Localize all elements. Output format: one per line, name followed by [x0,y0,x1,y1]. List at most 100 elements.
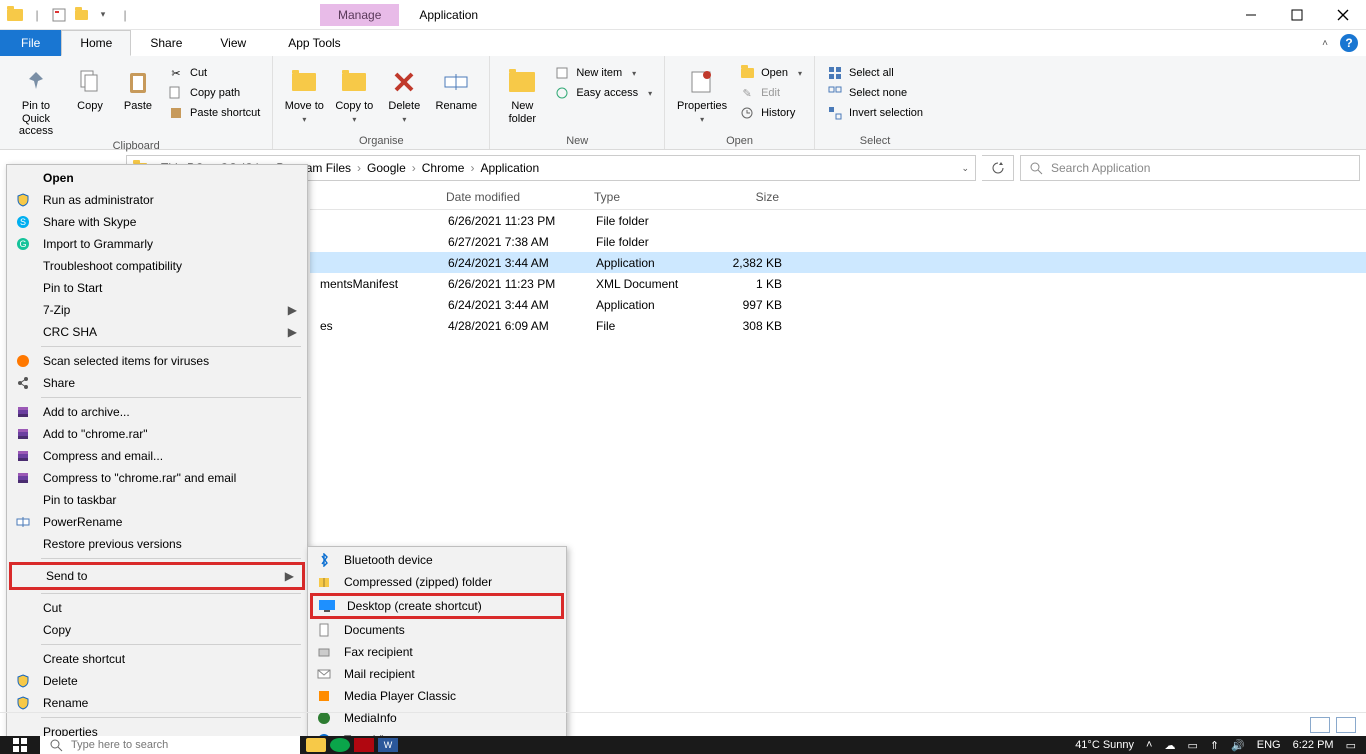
ctx-sendto-item[interactable]: Bluetooth device [310,549,564,571]
ctx-item[interactable]: CRC SHA▶ [9,321,305,343]
tray-wifi-icon[interactable]: ⇑ [1210,739,1219,752]
addr-dropdown-icon[interactable]: ⌄ [961,163,969,174]
column-headers[interactable]: Date modified Type Size [310,186,1366,210]
tab-apptools[interactable]: App Tools [269,30,359,56]
ctx-item[interactable]: Troubleshoot compatibility [9,255,305,277]
ctx-item[interactable]: Open [9,167,305,189]
col-date[interactable]: Date modified [438,186,586,209]
ctx-sendto-item[interactable]: Documents [310,619,564,641]
ctx-item[interactable]: Run as administrator [9,189,305,211]
file-row[interactable]: 6/27/2021 7:38 AMFile folder [310,231,1366,252]
copy-to-button[interactable]: Copy to▾ [331,60,377,124]
search-input[interactable]: Search Application [1020,155,1360,181]
tray-lang[interactable]: ENG [1257,739,1281,751]
file-row[interactable]: 6/26/2021 11:23 PMFile folder [310,210,1366,231]
view-large-icon[interactable] [1336,717,1356,733]
taskbar-word-icon[interactable]: W [378,738,398,752]
file-row[interactable]: 6/24/2021 3:44 AMApplication997 KB [310,294,1366,315]
breadcrumb-item[interactable]: Google [365,161,408,175]
breadcrumb-item[interactable]: Chrome [420,161,467,175]
ctx-item[interactable]: Cut [9,597,305,619]
copy-path-button[interactable]: Copy path [164,84,264,102]
col-type[interactable]: Type [586,186,704,209]
desktop-icon [317,598,337,614]
ctx-item[interactable]: Share [9,372,305,394]
refresh-button[interactable] [982,155,1014,181]
maximize-button[interactable] [1274,0,1320,30]
grammarly-icon: G [13,236,33,252]
ctx-item[interactable]: Add to "chrome.rar" [9,423,305,445]
tab-view[interactable]: View [201,30,265,56]
copy-button[interactable]: Copy [68,60,112,113]
ctx-item[interactable]: Pin to Start [9,277,305,299]
tray-chevron-icon[interactable]: ˄ [1146,739,1152,751]
properties-icon[interactable] [50,6,68,24]
qat-dropdown-icon[interactable]: ▾ [94,6,112,24]
tray-battery-icon[interactable]: ▭ [1187,739,1197,752]
new-item-button[interactable]: New item▾ [550,64,656,82]
copyto-icon [338,66,370,98]
tab-home[interactable]: Home [61,30,131,56]
ctx-sendto-item[interactable]: Compressed (zipped) folder [310,571,564,593]
ctx-sendto-item[interactable]: Fax recipient [310,641,564,663]
minimize-button[interactable] [1228,0,1274,30]
easy-access-button[interactable]: Easy access▾ [550,84,656,102]
view-details-icon[interactable] [1310,717,1330,733]
paste-shortcut-button[interactable]: Paste shortcut [164,104,264,122]
pin-quick-access-button[interactable]: Pin to Quick access [8,60,64,138]
ctx-item[interactable]: GImport to Grammarly [9,233,305,255]
ctx-item[interactable]: Add to archive... [9,401,305,423]
ctx-item[interactable]: Compress and email... [9,445,305,467]
select-none-button[interactable]: Select none [823,84,927,102]
ctx-sendto-item[interactable]: Mail recipient [310,663,564,685]
tray-clock[interactable]: 6:22 PM [1293,739,1334,751]
properties-button[interactable]: Properties▾ [673,60,731,124]
contextual-tab-manage[interactable]: Manage [320,4,399,26]
paste-button[interactable]: Paste [116,60,160,113]
new-folder-button[interactable]: New folder [498,60,546,125]
taskbar-app-icon[interactable] [306,738,326,752]
start-button[interactable] [0,738,40,752]
ctx-item[interactable]: Send to▶ [9,562,305,590]
ctx-item[interactable]: Rename [9,692,305,714]
ctx-item[interactable]: PowerRename [9,511,305,533]
rename-button[interactable]: Rename [431,60,481,113]
ctx-item[interactable]: SShare with Skype [9,211,305,233]
close-button[interactable] [1320,0,1366,30]
tray-onedrive-icon[interactable]: ☁ [1164,739,1175,752]
delete-button[interactable]: Delete▾ [381,60,427,124]
help-icon[interactable]: ? [1340,34,1358,52]
ctx-sendto-item[interactable]: Desktop (create shortcut) [310,593,564,619]
ribbon-collapse-icon[interactable]: ˄ [1322,38,1328,49]
ctx-item[interactable]: 7-Zip▶ [9,299,305,321]
weather-widget[interactable]: 41°C Sunny [1075,739,1134,751]
tray-notifications-icon[interactable]: ▭ [1346,739,1356,752]
file-row[interactable]: es4/28/2021 6:09 AMFile308 KB [310,315,1366,336]
taskbar-netflix-icon[interactable] [354,738,374,752]
tray-volume-icon[interactable]: 🔊 [1231,739,1245,752]
ctx-item[interactable]: Create shortcut [9,648,305,670]
newfolder-icon [506,66,538,98]
move-to-button[interactable]: Move to▾ [281,60,327,124]
breadcrumb-item[interactable]: Application [478,161,541,175]
cut-button[interactable]: ✂Cut [164,64,264,82]
ctx-item[interactable]: Restore previous versions [9,533,305,555]
folder-small-icon[interactable] [72,6,90,24]
ctx-item[interactable]: Scan selected items for viruses [9,350,305,372]
ctx-item[interactable]: Copy [9,619,305,641]
col-size[interactable]: Size [704,186,788,209]
history-button[interactable]: History [735,104,806,122]
tab-file[interactable]: File [0,30,61,56]
file-row[interactable]: 6/24/2021 3:44 AMApplication2,382 KB [310,252,1366,273]
taskbar-spotify-icon[interactable] [330,738,350,752]
ctx-item[interactable]: Pin to taskbar [9,489,305,511]
ctx-item[interactable]: Delete [9,670,305,692]
file-row[interactable]: mentsManifest6/26/2021 11:23 PMXML Docum… [310,273,1366,294]
select-all-button[interactable]: Select all [823,64,927,82]
taskbar-search[interactable]: Type here to search [40,736,300,754]
invert-selection-button[interactable]: Invert selection [823,104,927,122]
ctx-item[interactable]: Compress to "chrome.rar" and email [9,467,305,489]
tab-share[interactable]: Share [131,30,201,56]
ctx-sendto-item[interactable]: Media Player Classic [310,685,564,707]
open-button[interactable]: Open▾ [735,64,806,82]
